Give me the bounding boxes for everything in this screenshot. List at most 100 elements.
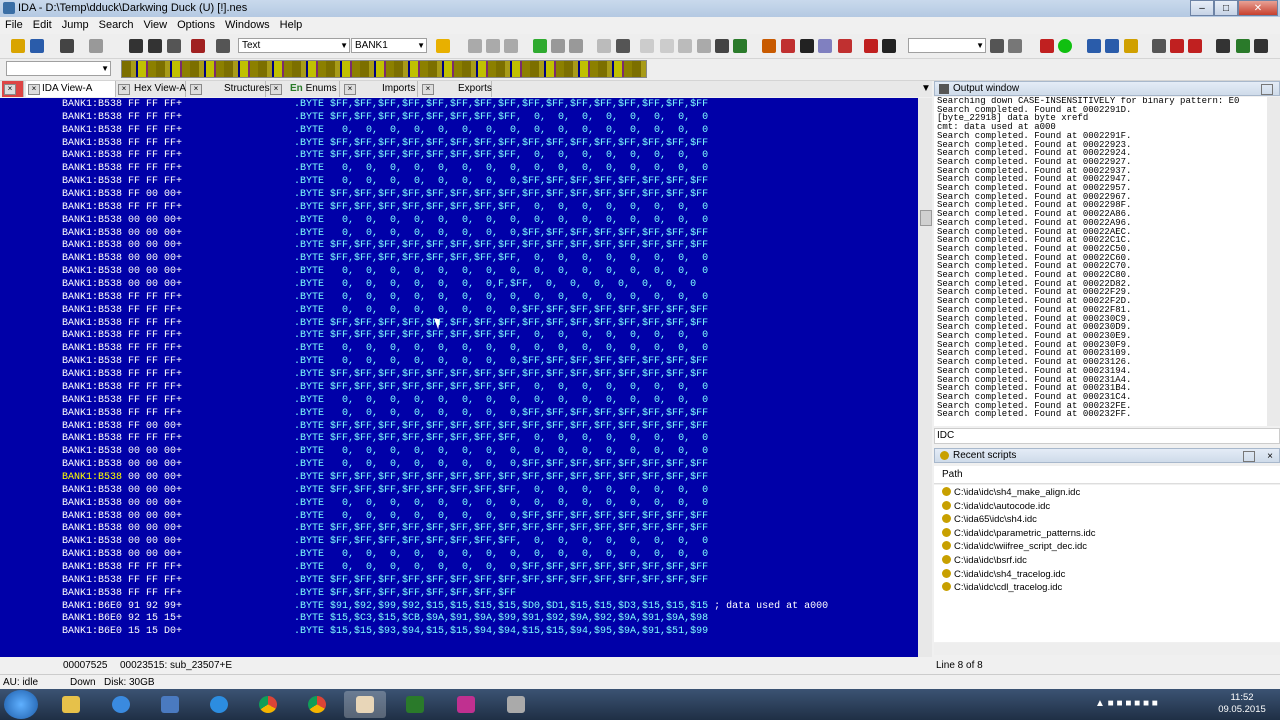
cross-icon[interactable] [569,39,583,53]
disassembly-line[interactable]: BANK1:B538 00 00 00+ .BYTE $FF,$FF,$FF,$F… [62,485,912,498]
disassembly-line[interactable]: BANK1:B538 FF FF FF+ .BYTE 0, 0, 0, 0, 0,… [62,292,912,305]
segments-icon[interactable] [818,39,832,53]
disassembly-line[interactable]: BANK1:B6E0 92 15 15+ .BYTE $15,$C3,$15,$C… [62,613,912,626]
disassembly-line[interactable]: BANK1:B538 FF FF FF+ .BYTE 0, 0, 0, 0, 0,… [62,305,912,318]
disassembly-line[interactable]: BANK1:B538 00 00 00+ .BYTE $FF,$FF,$FF,$F… [62,523,912,536]
close-icon[interactable]: × [28,84,40,95]
close-icon[interactable]: × [270,84,282,95]
run-icon[interactable] [1058,39,1072,53]
system-tray[interactable]: ▲ ■ ■ ■ ■ ■ ■ [1095,698,1158,709]
disassembly-line[interactable]: BANK1:B538 00 00 00+ .BYTE $FF,$FF,$FF,$F… [62,240,912,253]
disassembly-line[interactable]: BANK1:B538 FF FF FF+ .BYTE $FF,$FF,$FF,$F… [62,433,912,446]
menu-windows[interactable]: Windows [220,17,275,33]
n-icon[interactable] [800,39,814,53]
disassembly-line[interactable]: BANK1:B538 FF FF FF+ .BYTE 0, 0, 0, 0, 0,… [62,408,912,421]
data-icon[interactable] [486,39,500,53]
disassembly-line[interactable]: BANK1:B538 FF FF FF+ .BYTE $FF,$FF,$FF,$F… [62,138,912,151]
recent-script-item[interactable]: C:\ida\idc\sh4_tracelog.idc [942,568,1065,581]
save-icon[interactable] [30,39,44,53]
script-icon[interactable] [1236,39,1250,53]
taskbar-ida[interactable] [344,691,386,718]
search-text-icon[interactable] [191,39,205,53]
flow-chart-icon[interactable] [616,39,630,53]
disassembly-line[interactable]: BANK1:B538 FF 00 00+ .BYTE $FF,$FF,$FF,$F… [62,189,912,202]
display-type-combo[interactable]: Text ▼ [238,38,350,53]
tool-icon[interactable] [715,39,729,53]
disassembly-line[interactable]: BANK1:B538 00 00 00+ .BYTE 0, 0, 0, 0, 0,… [62,446,912,459]
recent-script-item[interactable]: C:\ida\idc\wiifree_script_dec.idc [942,540,1087,553]
func-icon[interactable] [762,39,776,53]
output-scrollbar[interactable] [1267,97,1280,426]
breakpoint-icon[interactable] [864,39,878,53]
disassembly-line[interactable]: BANK1:B538 00 00 00+ .BYTE $FF,$FF,$FF,$F… [62,472,912,485]
disassembly-line[interactable]: BANK1:B538 FF FF FF+ .BYTE $FF,$FF,$FF,$F… [62,202,912,215]
close-button[interactable]: ✕ [1238,0,1278,16]
taskbar-ie[interactable] [198,691,240,718]
open-icon[interactable] [11,39,25,53]
pencil-icon[interactable] [436,39,450,53]
disassembly-line[interactable]: BANK1:B538 FF FF FF+ .BYTE $FF,$FF,$FF,$F… [62,369,912,382]
restore-panel-icon[interactable] [1261,84,1273,95]
tab-structures[interactable]: × Structures [188,81,270,97]
search-next-icon[interactable] [148,39,162,53]
recent-script-item[interactable]: C:\ida\idc\cdl_tracelog.idc [942,581,1062,594]
minimize-button[interactable]: – [1190,0,1214,16]
menu-view[interactable]: View [138,17,172,33]
disassembly-line[interactable]: BANK1:B538 FF FF FF+ .BYTE $FF,$FF,$FF,$F… [62,575,912,588]
xref-icon[interactable] [640,39,654,53]
code-icon[interactable] [468,39,482,53]
scrollbar-thumb[interactable] [920,210,932,226]
output-log[interactable]: Searching down CASE-INSENSITIVELY for bi… [934,97,1267,426]
disassembly-line[interactable]: BANK1:B538 00 00 00+ .BYTE 0, 0, 0, 0, 0,… [62,498,912,511]
function-calls-icon[interactable] [678,39,692,53]
back-arrow-icon[interactable] [60,39,74,53]
disassembly-line[interactable]: BANK1:B538 FF FF FF+ .BYTE 0, 0, 0, 0, 0,… [62,163,912,176]
signatures-icon[interactable] [838,39,852,53]
taskbar-explorer[interactable] [50,691,92,718]
forward-arrow-icon[interactable] [89,39,103,53]
navigation-band[interactable] [121,60,647,78]
close-icon[interactable]: × [118,84,130,95]
disassembly-line[interactable]: BANK1:B538 FF FF FF+ .BYTE 0, 0, 0, 0, 0,… [62,356,912,369]
disassembly-scrollbar[interactable] [918,98,932,657]
plus-icon[interactable] [551,39,565,53]
tab-imports[interactable]: × Imports [342,81,418,97]
tab-close-all[interactable]: × [2,81,24,97]
start-button[interactable] [4,690,38,719]
menu-help[interactable]: Help [275,17,308,33]
tab-hex-view-a[interactable]: × Hex View-A [116,81,186,97]
disassembly-line[interactable]: BANK1:B538 00 00 00+ .BYTE 0, 0, 0, 0, 0,… [62,266,912,279]
recent-script-item[interactable]: C:\ida\idc\autocode.idc [942,500,1050,513]
disassembly-line[interactable]: BANK1:B538 FF FF FF+ .BYTE $FF,$FF,$FF,$F… [62,150,912,163]
call-graph-icon[interactable] [660,39,674,53]
path-column-header[interactable]: Path [934,466,1280,484]
expand-icon[interactable] [533,39,547,53]
disassembly-line[interactable]: BANK1:B538 00 00 00+ .BYTE 0, 0, 0, 0, 0,… [62,459,912,472]
script-file-icon[interactable] [1254,39,1268,53]
window-tile-icon[interactable] [1170,39,1184,53]
menu-search[interactable]: Search [94,17,139,33]
clock[interactable]: 11:52 09.05.2015 [1212,692,1272,716]
disassembly-line[interactable]: BANK1:B538 FF FF FF+ .BYTE $FF,$FF,$FF,$F… [62,99,912,112]
menu-file[interactable]: File [0,17,28,33]
debug-options-icon[interactable] [990,39,1004,53]
disasm-window-icon[interactable] [1087,39,1101,53]
print-icon[interactable] [697,39,711,53]
tabs-dropdown-icon[interactable]: ▼ [918,81,932,97]
recent-script-item[interactable]: C:\ida\idc\sh4_make_align.idc [942,486,1080,499]
tab-enums[interactable]: × En Enums [268,81,340,97]
disassembly-view[interactable]: BANK1:B538 FF FF FF+ .BYTE $FF,$FF,$FF,$F… [0,98,918,657]
menu-edit[interactable]: Edit [28,17,57,33]
taskbar-app-2[interactable] [100,691,142,718]
exports-icon[interactable] [1124,39,1138,53]
maximize-button[interactable]: □ [1214,0,1238,16]
disassembly-line[interactable]: BANK1:B538 FF FF FF+ .BYTE $FF,$FF,$FF,$F… [62,318,912,331]
disassembly-line[interactable]: BANK1:B538 FF FF FF+ .BYTE 0, 0, 0, 0, 0,… [62,395,912,408]
recent-script-item[interactable]: C:\ida65\idc\sh4.idc [942,513,1037,526]
taskbar-chrome[interactable] [247,691,289,718]
taskbar-app-10[interactable] [495,691,537,718]
recent-script-item[interactable]: C:\ida\idc\parametric_patterns.idc [942,527,1096,540]
menu-jump[interactable]: Jump [57,17,94,33]
graph-icon[interactable] [597,39,611,53]
disassembly-line[interactable]: BANK1:B538 00 00 00+ .BYTE 0, 0, 0, 0, 0,… [62,511,912,524]
